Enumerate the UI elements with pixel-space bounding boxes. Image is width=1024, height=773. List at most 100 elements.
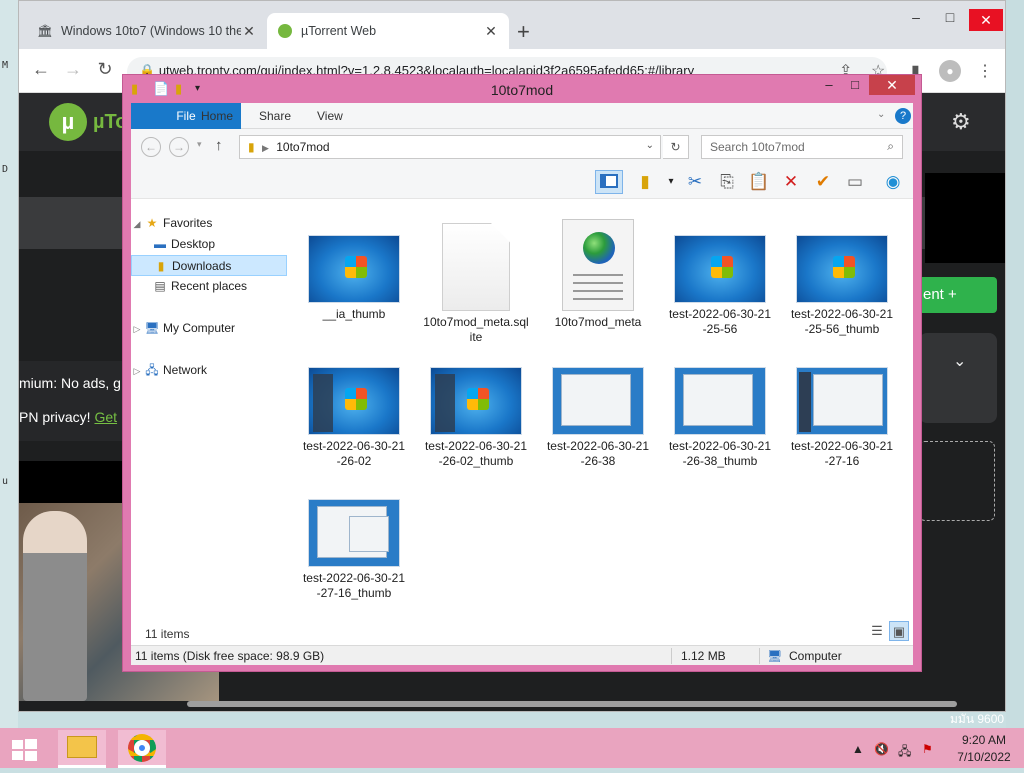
- nav-downloads[interactable]: ▮ Downloads: [131, 255, 287, 276]
- details-view-icon[interactable]: ☰: [867, 621, 887, 641]
- gear-icon[interactable]: ⚙: [951, 109, 971, 135]
- network-tray-icon[interactable]: 🖧: [898, 742, 911, 763]
- file-item[interactable]: test-2022-06-30-21-26-38_thumb: [665, 367, 775, 497]
- html-file-icon: [562, 219, 634, 311]
- copy-icon[interactable]: ⎘: [713, 170, 741, 194]
- search-input[interactable]: Search 10to7mod ⌕: [701, 135, 903, 159]
- profile-avatar[interactable]: ●: [939, 60, 961, 82]
- up-arrow-icon[interactable]: ↑: [215, 137, 223, 154]
- clock[interactable]: 9:20 AM 7/10/2022: [944, 732, 1024, 766]
- back-arrow-icon[interactable]: ←: [141, 137, 161, 157]
- maximize-button[interactable]: □: [841, 75, 869, 95]
- tab-utorrent-web[interactable]: µTorrent Web ✕: [267, 13, 509, 49]
- status-location: Computer: [789, 649, 842, 663]
- globe-icon[interactable]: ◉: [879, 170, 907, 194]
- tab-strip: 🏛 Windows 10to7 (Windows 10 the ✕ µTorre…: [19, 1, 1005, 49]
- file-item[interactable]: test-2022-06-30-21-25-56: [665, 235, 775, 365]
- status-items: 11 items (Disk free space: 98.9 GB): [135, 649, 325, 663]
- add-torrent-button[interactable]: ent +: [917, 277, 997, 313]
- delete-icon[interactable]: ✕: [777, 170, 805, 194]
- folder-icon: ▮: [248, 140, 255, 154]
- preview-pane-icon[interactable]: [595, 170, 623, 194]
- forward-arrow-icon[interactable]: →: [61, 59, 85, 80]
- close-tab-icon[interactable]: ✕: [241, 23, 257, 40]
- help-icon[interactable]: ?: [895, 108, 911, 124]
- utorrent-dark-bar: [19, 461, 129, 503]
- status-size: 1.12 MB: [681, 649, 726, 663]
- nav-network[interactable]: ▷ 🖧 Network: [131, 360, 287, 381]
- file-name: test-2022-06-30-21-27-16_thumb: [302, 571, 406, 600]
- file-item[interactable]: test-2022-06-30-21-26-02: [299, 367, 409, 497]
- chevron-down-icon[interactable]: ⌄: [877, 109, 885, 120]
- file-list: __ia_thumb 10to7mod_meta.sqlite 10to7mod…: [299, 199, 913, 619]
- action-center-icon[interactable]: ⚑: [922, 742, 933, 756]
- folder-options-icon[interactable]: ▮: [631, 170, 659, 194]
- file-item[interactable]: __ia_thumb: [299, 235, 409, 365]
- promo-text: mium: No ads, g: [19, 375, 121, 391]
- nav-favorites[interactable]: ◢ ★ Favorites: [131, 213, 287, 234]
- back-arrow-icon[interactable]: ←: [29, 59, 53, 80]
- chevron-down-icon[interactable]: ⌄: [953, 351, 966, 371]
- horizontal-scrollbar[interactable]: [187, 701, 957, 707]
- forward-arrow-icon[interactable]: →: [169, 137, 189, 157]
- recent-locations-icon[interactable]: ▾: [197, 139, 202, 150]
- reload-icon[interactable]: ↻: [93, 59, 117, 80]
- file-name: test-2022-06-30-21-26-38_thumb: [668, 439, 772, 468]
- explorer-window: ▮ 📄 ▮ ▾ 10to7mod – □ ✕ File Home Share V…: [122, 74, 922, 672]
- file-name: test-2022-06-30-21-26-02: [302, 439, 406, 468]
- expand-icon[interactable]: ▷: [131, 361, 143, 382]
- file-item[interactable]: test-2022-06-30-21-27-16: [787, 367, 897, 497]
- file-item[interactable]: test-2022-06-30-21-25-56_thumb: [787, 235, 897, 365]
- tab-windows-10to7[interactable]: 🏛 Windows 10to7 (Windows 10 the ✕: [27, 13, 267, 49]
- tab-share[interactable]: Share: [245, 103, 305, 129]
- nav-desktop[interactable]: ▬ Desktop: [131, 234, 287, 255]
- item-count: 11 items: [145, 627, 190, 641]
- tray-overflow-icon[interactable]: ▲: [852, 742, 864, 756]
- status-bar: 11 items (Disk free space: 98.9 GB) 1.12…: [131, 645, 913, 665]
- volume-muted-icon[interactable]: 🔇: [874, 742, 889, 756]
- file-item[interactable]: test-2022-06-30-21-26-02_thumb: [421, 367, 531, 497]
- refresh-icon[interactable]: ↻: [663, 135, 689, 159]
- explorer-titlebar[interactable]: ▮ 📄 ▮ ▾ 10to7mod – □ ✕: [123, 75, 921, 103]
- checkmark-icon[interactable]: ✔: [809, 170, 837, 194]
- search-placeholder: Search 10to7mod: [710, 140, 805, 154]
- recent-places-icon: ▤: [154, 279, 166, 293]
- large-icons-view-icon[interactable]: ▣: [889, 621, 909, 641]
- windows-start-icon[interactable]: [10, 738, 38, 762]
- chevron-down-icon[interactable]: ⌄: [646, 140, 654, 151]
- close-tab-icon[interactable]: ✕: [483, 23, 499, 40]
- nav-label: My Computer: [163, 321, 236, 335]
- file-item[interactable]: test-2022-06-30-21-27-16_thumb: [299, 499, 409, 629]
- expand-icon[interactable]: ◢: [131, 214, 143, 235]
- ribbon-tabs: File Home Share View ⌄ ?: [131, 103, 913, 233]
- maximize-button[interactable]: □: [935, 9, 965, 25]
- nav-recent-places[interactable]: ▤ Recent places: [131, 276, 287, 297]
- menu-dots-icon[interactable]: ⋮: [977, 61, 993, 81]
- address-field[interactable]: ▮ ▶ 10to7mod ⌄: [239, 135, 661, 159]
- image-thumbnail: [308, 367, 400, 435]
- network-icon: 🖧: [145, 363, 159, 377]
- image-thumbnail: [430, 367, 522, 435]
- downloads-folder-icon: ▮: [157, 259, 165, 273]
- expand-icon[interactable]: ▷: [131, 319, 143, 340]
- tab-view[interactable]: View: [303, 103, 357, 129]
- cut-icon[interactable]: ✂: [681, 170, 709, 194]
- chrome-taskbar-icon[interactable]: [118, 730, 166, 768]
- file-item[interactable]: 10to7mod_meta: [543, 219, 653, 365]
- file-item[interactable]: 10to7mod_meta.sqlite: [421, 223, 531, 365]
- file-explorer-taskbar-icon[interactable]: [58, 730, 106, 768]
- drop-zone[interactable]: [919, 441, 995, 521]
- close-window-button[interactable]: ✕: [969, 9, 1003, 31]
- minimize-button[interactable]: –: [901, 9, 931, 25]
- nav-my-computer[interactable]: ▷ 🖥 My Computer: [131, 318, 287, 339]
- new-tab-button[interactable]: +: [517, 19, 530, 45]
- star-icon: ★: [146, 216, 158, 230]
- minimize-button[interactable]: –: [815, 75, 843, 95]
- rename-icon[interactable]: ▭: [841, 170, 869, 194]
- promo-get-link[interactable]: Get: [94, 409, 117, 425]
- file-item[interactable]: test-2022-06-30-21-26-38: [543, 367, 653, 497]
- tab-home[interactable]: Home: [187, 103, 247, 129]
- paste-icon[interactable]: 📋: [745, 170, 773, 194]
- close-button[interactable]: ✕: [869, 75, 915, 95]
- address-row: ← → ▾ ↑ ▮ ▶ 10to7mod ⌄ ↻ Search 10to7mod…: [131, 129, 913, 165]
